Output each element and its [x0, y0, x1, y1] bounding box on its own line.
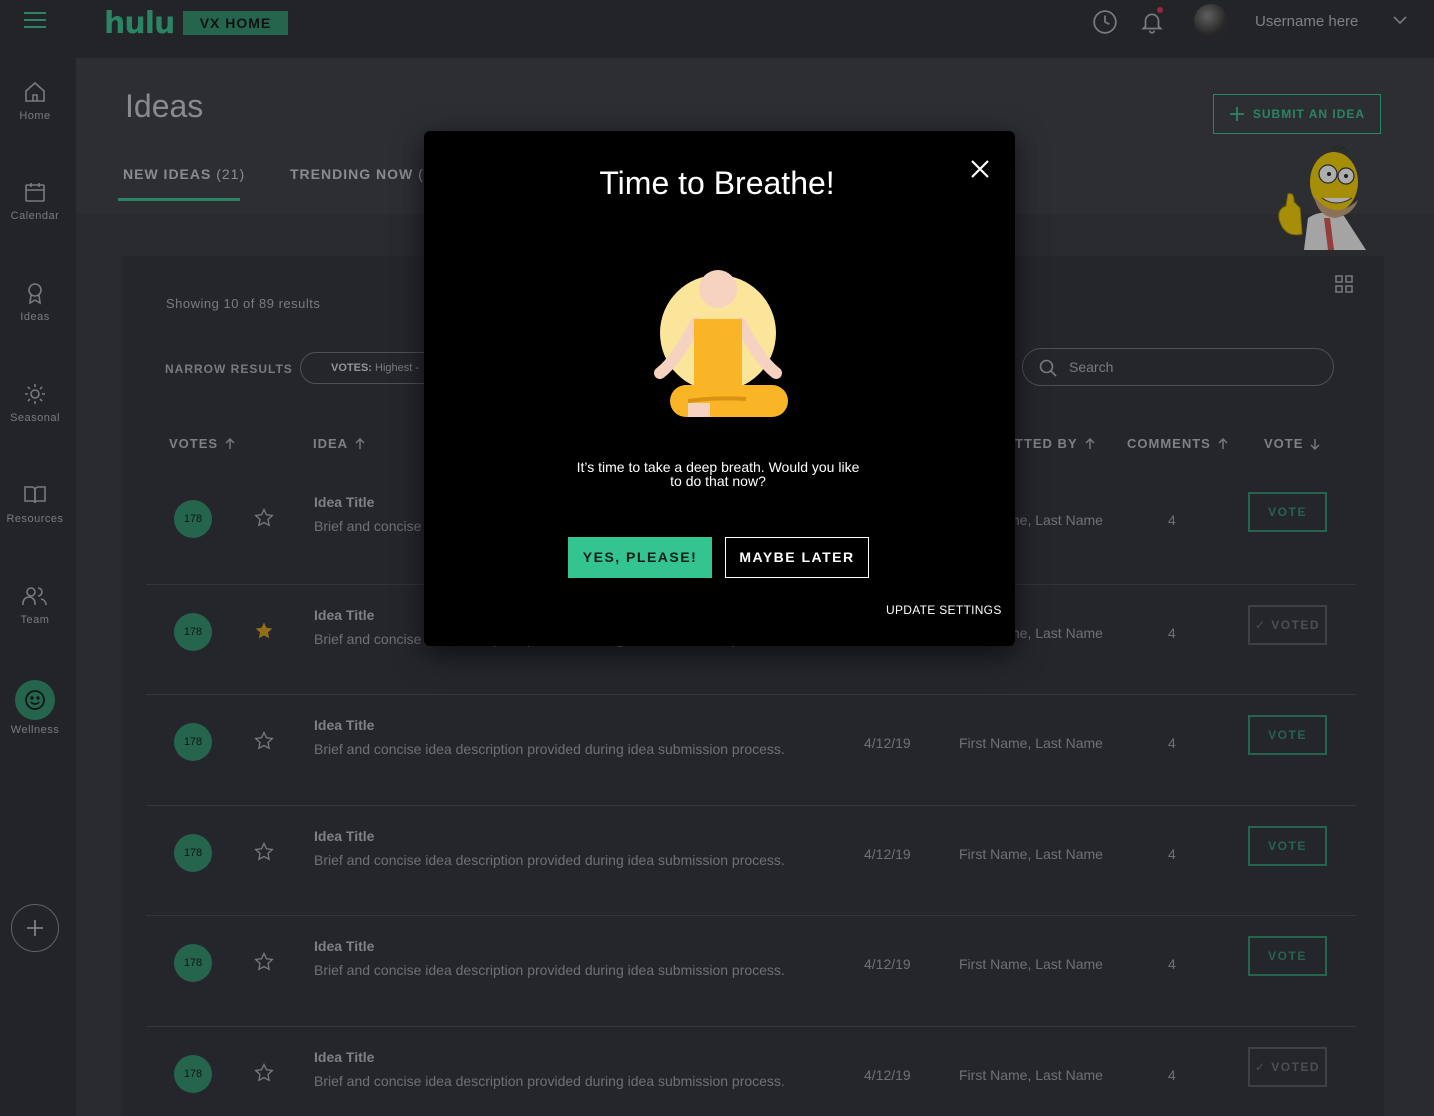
close-icon[interactable]	[969, 158, 991, 180]
breathe-modal: Time to Breathe! It’s time to take a dee…	[424, 131, 1015, 646]
modal-title: Time to Breathe!	[599, 165, 835, 201]
maybe-later-button[interactable]: MAYBE LATER	[725, 537, 869, 578]
yes-please-button[interactable]: YES, PLEASE!	[568, 537, 712, 578]
modal-message: It’s time to take a deep breath. Would y…	[576, 459, 860, 489]
update-settings-link[interactable]: UPDATE SETTINGS	[886, 603, 1002, 617]
meditation-illustration	[654, 270, 788, 417]
